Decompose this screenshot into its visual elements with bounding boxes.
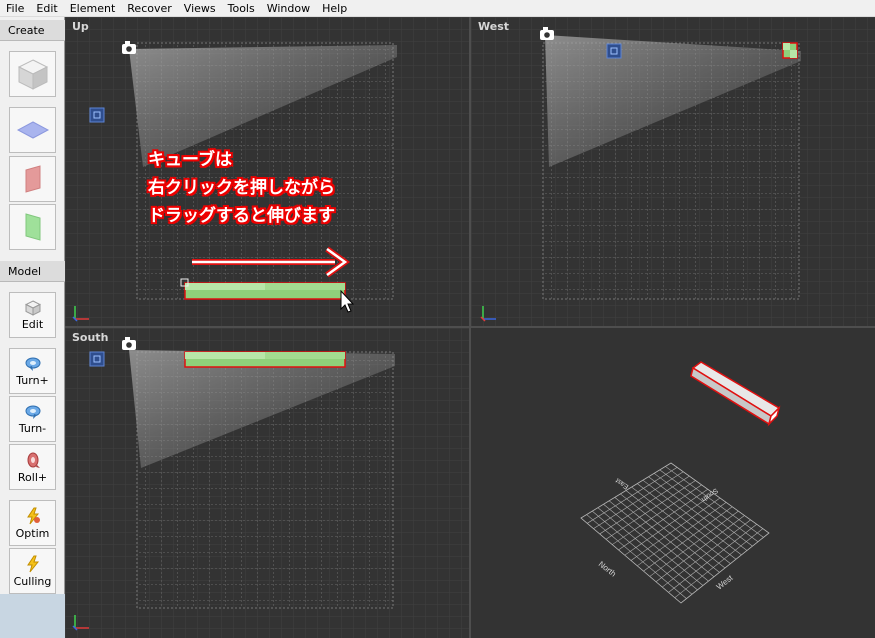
lightning-gear-icon — [26, 507, 40, 524]
viewport-south-title: South — [72, 331, 109, 344]
viewport-west-title: West — [478, 20, 510, 33]
roll-plus-label: Roll+ — [17, 470, 48, 484]
edit-button[interactable]: Edit — [9, 292, 56, 338]
viewport-perspective[interactable]: North West East South — [471, 328, 875, 638]
menu-recover[interactable]: Recover — [121, 0, 178, 17]
perspective-grid-line — [649, 510, 739, 577]
viewport-south[interactable]: South — [65, 328, 469, 638]
annotation-line-2: 右クリックを押しながら — [148, 178, 335, 198]
toolbar-bottom-area — [0, 594, 65, 638]
green-plane-icon — [25, 213, 40, 241]
roll-plus-icon — [27, 452, 40, 468]
optim-label: Optim — [15, 526, 50, 540]
optim-button[interactable]: Optim — [9, 500, 56, 546]
turn-minus-label: Turn- — [18, 421, 47, 435]
south-label: South — [700, 486, 719, 502]
south-viewport-canvas — [65, 328, 469, 638]
north-label: North — [597, 559, 618, 578]
turn-minus-icon — [25, 405, 40, 419]
menu-window[interactable]: Window — [261, 0, 316, 17]
perspective-grid-line — [662, 519, 751, 588]
culling-label: Culling — [13, 574, 52, 588]
left-toolbar: Create Model Edit Turn+ Turn- Roll+ Opti… — [0, 17, 65, 638]
menu-file[interactable]: File — [0, 0, 30, 17]
edit-button-label: Edit — [21, 317, 44, 331]
create-plane-green-button[interactable] — [9, 204, 56, 250]
create-plane-red-button[interactable] — [9, 156, 56, 202]
cube-icon — [17, 59, 48, 90]
menu-views[interactable]: Views — [178, 0, 222, 17]
turn-minus-button[interactable]: Turn- — [9, 396, 56, 442]
perspective-canvas: North West East South — [580, 361, 781, 604]
viewport-up[interactable]: Up キューブは 右クリックを押しながら ドラッグすると伸びます — [65, 17, 469, 326]
menu-edit[interactable]: Edit — [30, 0, 63, 17]
perspective-grid-line — [659, 469, 759, 542]
red-plane-icon — [25, 165, 40, 193]
turn-plus-label: Turn+ — [16, 373, 49, 387]
viewport-west[interactable]: West — [471, 17, 875, 326]
create-cube-button[interactable] — [9, 51, 56, 97]
perspective-grid-line — [655, 515, 745, 582]
west-label: West — [715, 573, 735, 592]
turn-plus-icon — [25, 357, 40, 371]
perspective-grid-line — [665, 466, 764, 538]
menu-element[interactable]: Element — [64, 0, 122, 17]
annotation-line-1: キューブは — [148, 150, 232, 170]
model-section-header: Model — [0, 261, 65, 282]
create-section-header: Create — [0, 20, 65, 41]
horizontal-plane-icon — [16, 121, 49, 139]
menu-help[interactable]: Help — [316, 0, 353, 17]
roll-plus-button[interactable]: Roll+ — [9, 444, 56, 490]
viewport-up-title: Up — [72, 20, 89, 33]
app-window: File Edit Element Recover Views Tools Wi… — [0, 0, 875, 638]
perspective-grid-line — [653, 473, 753, 547]
lightning-icon — [26, 555, 39, 572]
viewport-divider-horizontal[interactable] — [65, 326, 875, 328]
turn-plus-button[interactable]: Turn+ — [9, 348, 56, 394]
west-viewport-canvas — [471, 17, 875, 326]
perspective-grid-line — [643, 506, 733, 572]
menu-bar: File Edit Element Recover Views Tools Wi… — [0, 0, 875, 17]
annotation-line-3: ドラッグすると伸びます — [148, 206, 335, 226]
instruction-annotation: キューブは 右クリックを押しながら ドラッグすると伸びます — [148, 146, 335, 230]
menu-tools[interactable]: Tools — [222, 0, 261, 17]
create-plane-horizontal-button[interactable] — [9, 107, 56, 153]
culling-button[interactable]: Culling — [9, 548, 56, 594]
edit-cube-icon — [24, 299, 41, 316]
east-label: East — [615, 476, 631, 490]
